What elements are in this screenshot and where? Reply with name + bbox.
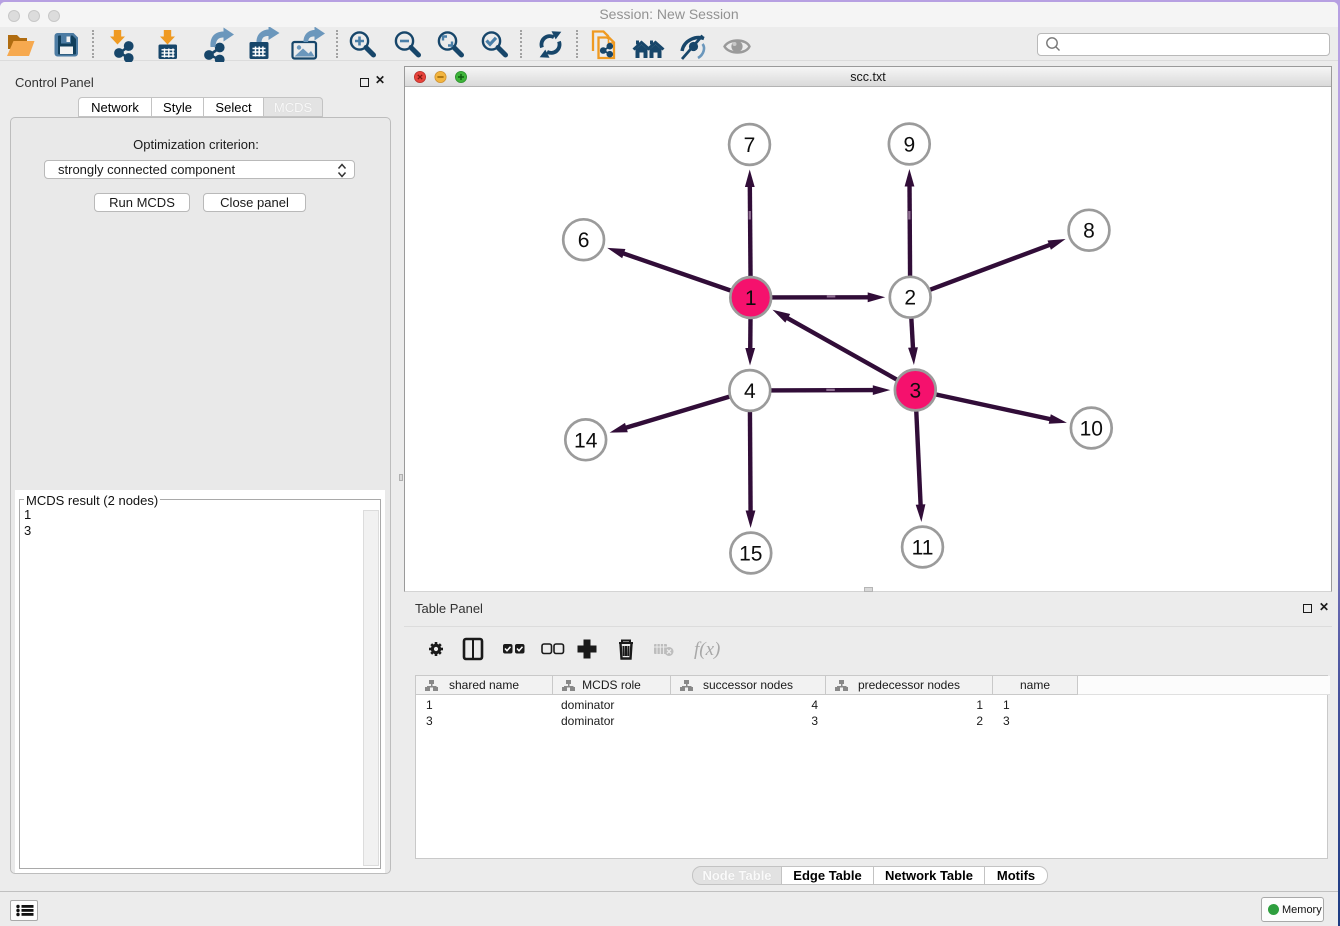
svg-text:3: 3 <box>909 380 921 403</box>
svg-text:9: 9 <box>903 134 915 157</box>
svg-text:11: 11 <box>912 537 934 560</box>
svg-text:2: 2 <box>904 287 916 310</box>
svg-text:15: 15 <box>739 543 762 566</box>
svg-text:4: 4 <box>744 380 756 403</box>
svg-text:f(x): f(x) <box>694 639 720 660</box>
svg-text:6: 6 <box>578 229 590 252</box>
svg-text:8: 8 <box>1083 220 1095 243</box>
svg-text:1: 1 <box>745 287 757 310</box>
svg-text:10: 10 <box>1080 418 1103 441</box>
svg-text:7: 7 <box>744 134 756 157</box>
svg-text:14: 14 <box>574 429 598 452</box>
